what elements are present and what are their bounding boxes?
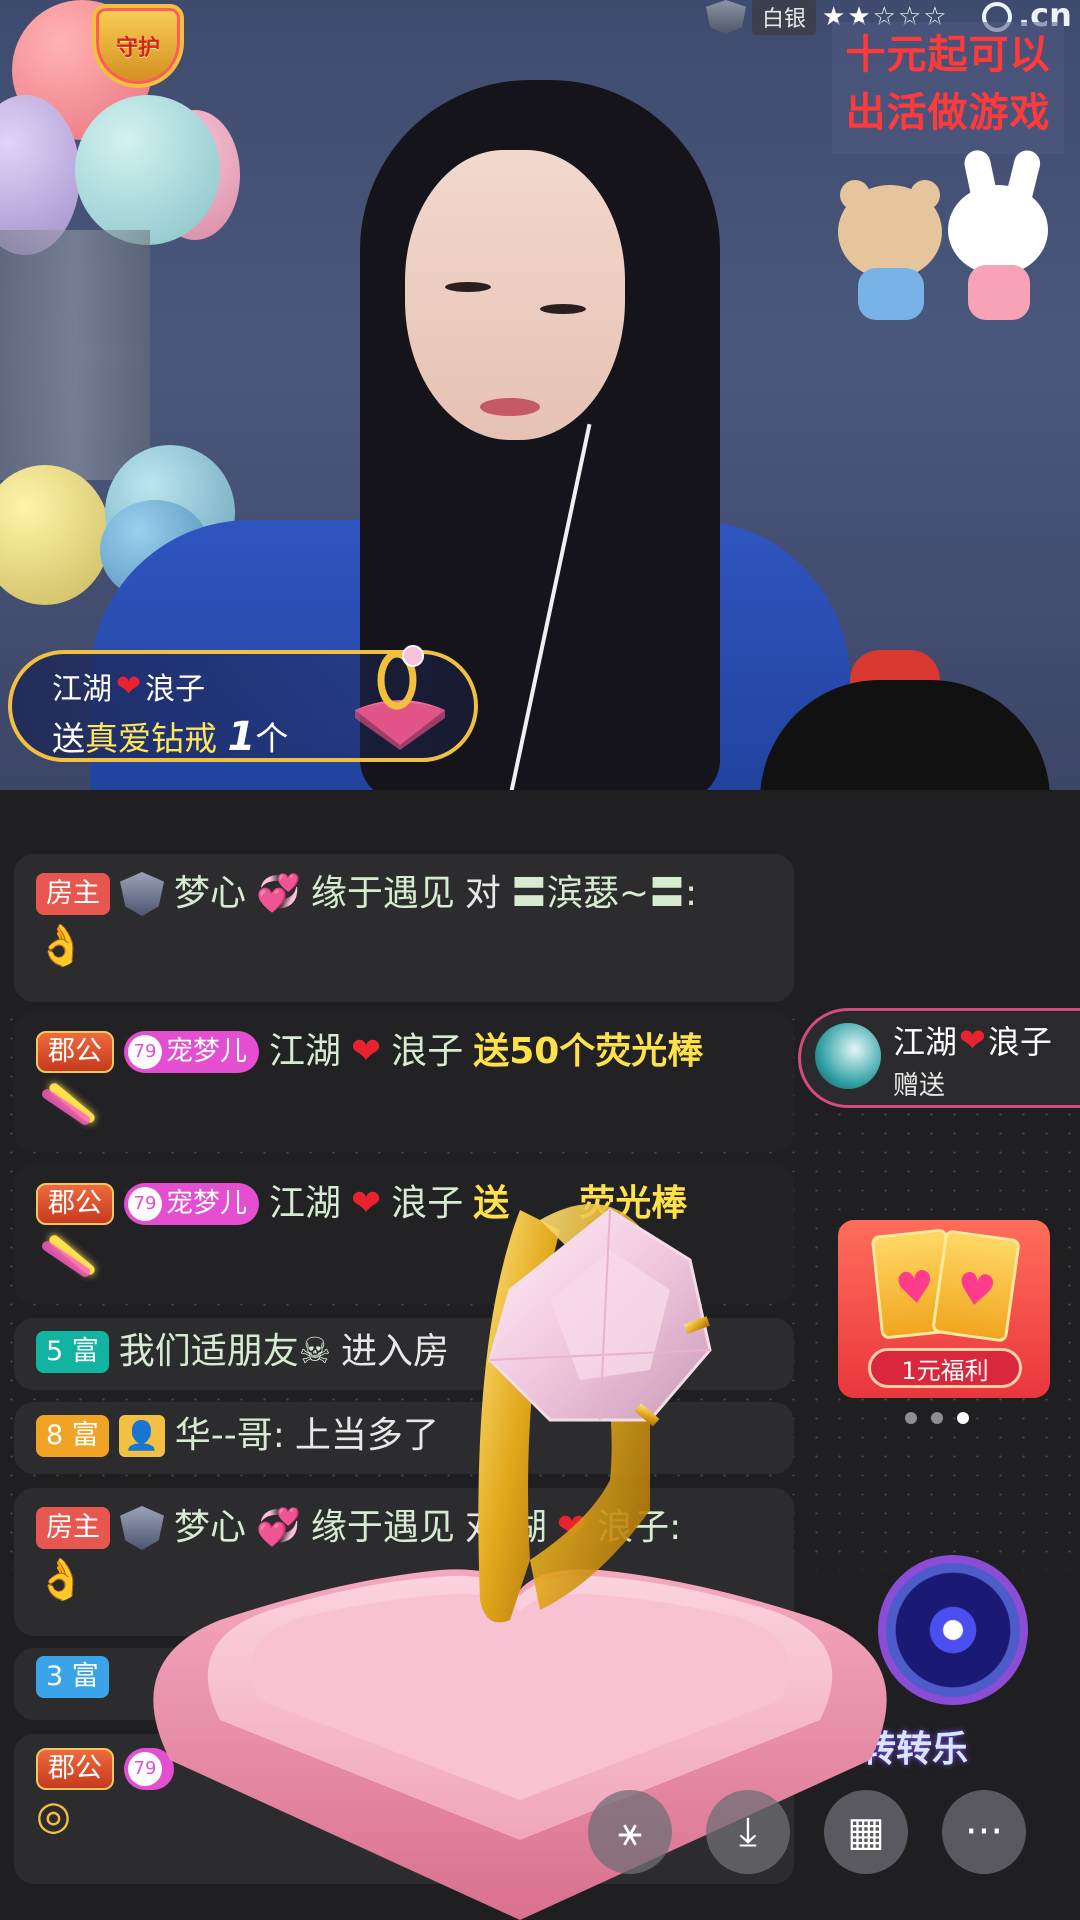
pet-name: 宠梦儿: [166, 1036, 247, 1067]
promo-line: 出活做游戏: [845, 89, 1051, 136]
guard-badge[interactable]: 守护: [92, 4, 184, 88]
enter-room-text: 进入房: [341, 1331, 450, 1372]
action-word: 对: [464, 873, 501, 914]
duke-badge: 郡公: [36, 1748, 114, 1790]
username[interactable]: 浪子: [391, 1026, 463, 1078]
heart-icon: ❤: [351, 1183, 382, 1224]
share-button[interactable]: ⚹: [588, 1790, 672, 1874]
host-badge: 房主: [36, 873, 110, 915]
gift-sender-name: 浪子: [145, 672, 206, 707]
share-icon: ⚹: [618, 1809, 642, 1855]
ok-hand-icon: 👌: [36, 1557, 86, 1603]
chat-message[interactable]: 房主 梦心 💞 缘于遇见 对 〓滨瑟~〓: 👌: [14, 854, 794, 1002]
heart-icon: 💞: [256, 873, 301, 914]
duke-badge: 郡公: [36, 1183, 114, 1225]
gift-notice-user: 江湖 ❤ 浪子: [893, 1017, 1080, 1063]
rank-shield-icon: [120, 872, 164, 916]
curtain: [0, 230, 150, 480]
carousel-dot-active[interactable]: [957, 1412, 969, 1424]
gift-name: 真爱钻戒: [85, 719, 217, 758]
ok-hand-icon: 👌: [36, 923, 86, 969]
carousel-dot[interactable]: [905, 1412, 917, 1424]
rank-label: 白银: [752, 0, 817, 35]
grid-icon: ▦: [847, 1809, 885, 1855]
pet-name: 宠梦儿: [166, 1188, 247, 1219]
chat-message-line: 郡公 79 宠梦儿 江湖 ❤ 浪子 送50个荧光棒: [36, 1026, 772, 1078]
bear-body: [858, 268, 924, 320]
username[interactable]: 江湖: [269, 1026, 341, 1078]
download-button[interactable]: ⤓: [706, 1790, 790, 1874]
live-video[interactable]: 守护 白银 ★★☆☆☆ .cn 十元起可以 出活做游戏 江湖 ❤ 浪子 送真爱钻…: [0, 0, 1080, 790]
pet-level: 79: [128, 1035, 162, 1069]
streamer-face: [405, 150, 625, 440]
avatar[interactable]: [815, 1023, 881, 1089]
pet-badge: 79 宠梦儿: [124, 1031, 259, 1073]
username[interactable]: 梦心: [174, 868, 246, 920]
heart-icon: ❤: [116, 668, 142, 704]
wealth-level-badge: 8 富: [36, 1415, 109, 1457]
promo-line: 十元起可以: [845, 31, 1051, 78]
heart-icon: ❤: [351, 1031, 382, 1072]
spin-wheel-icon[interactable]: [878, 1555, 1028, 1705]
diamond-ring-gift: [478, 1204, 712, 1623]
promo-text: 十元起可以 出活做游戏: [832, 22, 1064, 154]
welfare-button[interactable]: 1元福利: [868, 1348, 1022, 1388]
gift-send-word: 送: [52, 719, 85, 758]
wealth-level-badge: 5 富: [36, 1331, 109, 1373]
carousel-dot[interactable]: [931, 1412, 943, 1424]
duke-badge: 郡公: [36, 1031, 114, 1073]
more-button[interactable]: ···: [942, 1790, 1026, 1874]
balloon: [75, 95, 220, 245]
carousel-dots: [905, 1412, 969, 1424]
rank-shield-icon: [706, 0, 746, 34]
eye: [540, 304, 586, 314]
username[interactable]: 华--哥:: [175, 1410, 285, 1462]
glowstick-icon: [36, 1078, 96, 1128]
gift-sender-name: 江湖: [52, 672, 112, 707]
welfare-card[interactable]: ♥ ♥ 1元福利: [838, 1220, 1050, 1398]
balloon: [0, 465, 110, 605]
ring-gift-icon: ◎: [36, 1793, 71, 1839]
gift-count: 1: [227, 714, 256, 760]
eye: [445, 282, 491, 292]
gift-text: 送50个荧光棒: [473, 1031, 704, 1072]
bunny-sticker: [948, 185, 1048, 275]
chat-message-line: 👌: [36, 920, 772, 972]
gift-notice[interactable]: 江湖 ❤ 浪子 赠送: [798, 1008, 1080, 1108]
gift-unit: 个: [255, 719, 289, 758]
card-icon: ♥: [931, 1229, 1021, 1343]
username[interactable]: 我们适朋友☠: [119, 1326, 331, 1378]
ring-gift-icon: [355, 645, 445, 750]
chat-message-line: 房主 梦心 💞 缘于遇见 对 〓滨瑟~〓:: [36, 868, 772, 920]
username[interactable]: 缘于遇见: [311, 868, 455, 920]
host-badge: 房主: [36, 1507, 110, 1549]
wealth-level-badge: 3 富: [36, 1656, 109, 1698]
pet-badge: 79 宠梦儿: [124, 1183, 259, 1225]
chat-message[interactable]: 郡公 79 宠梦儿 江湖 ❤ 浪子 送50个荧光棒: [14, 1012, 794, 1152]
glowstick-icon: [36, 1230, 96, 1280]
user-avatar-icon: 👤: [118, 1415, 165, 1457]
bunny-body: [968, 265, 1030, 320]
heart-icon: ❤: [959, 1021, 986, 1059]
apps-button[interactable]: ▦: [824, 1790, 908, 1874]
download-icon: ⤓: [739, 1809, 757, 1855]
username: 浪子: [987, 1023, 1052, 1061]
target-username[interactable]: 〓滨瑟~〓:: [511, 868, 697, 920]
username: 江湖: [893, 1023, 958, 1061]
more-icon: ···: [964, 1809, 1004, 1855]
username[interactable]: 江湖: [269, 1178, 341, 1230]
chat-message-line: [36, 1078, 772, 1128]
bear-sticker: [838, 185, 942, 279]
pet-level: 79: [128, 1187, 162, 1221]
message-text: 上当多了: [294, 1415, 439, 1456]
gift-notice-action: 赠送: [893, 1071, 946, 1101]
mouth: [480, 398, 540, 416]
